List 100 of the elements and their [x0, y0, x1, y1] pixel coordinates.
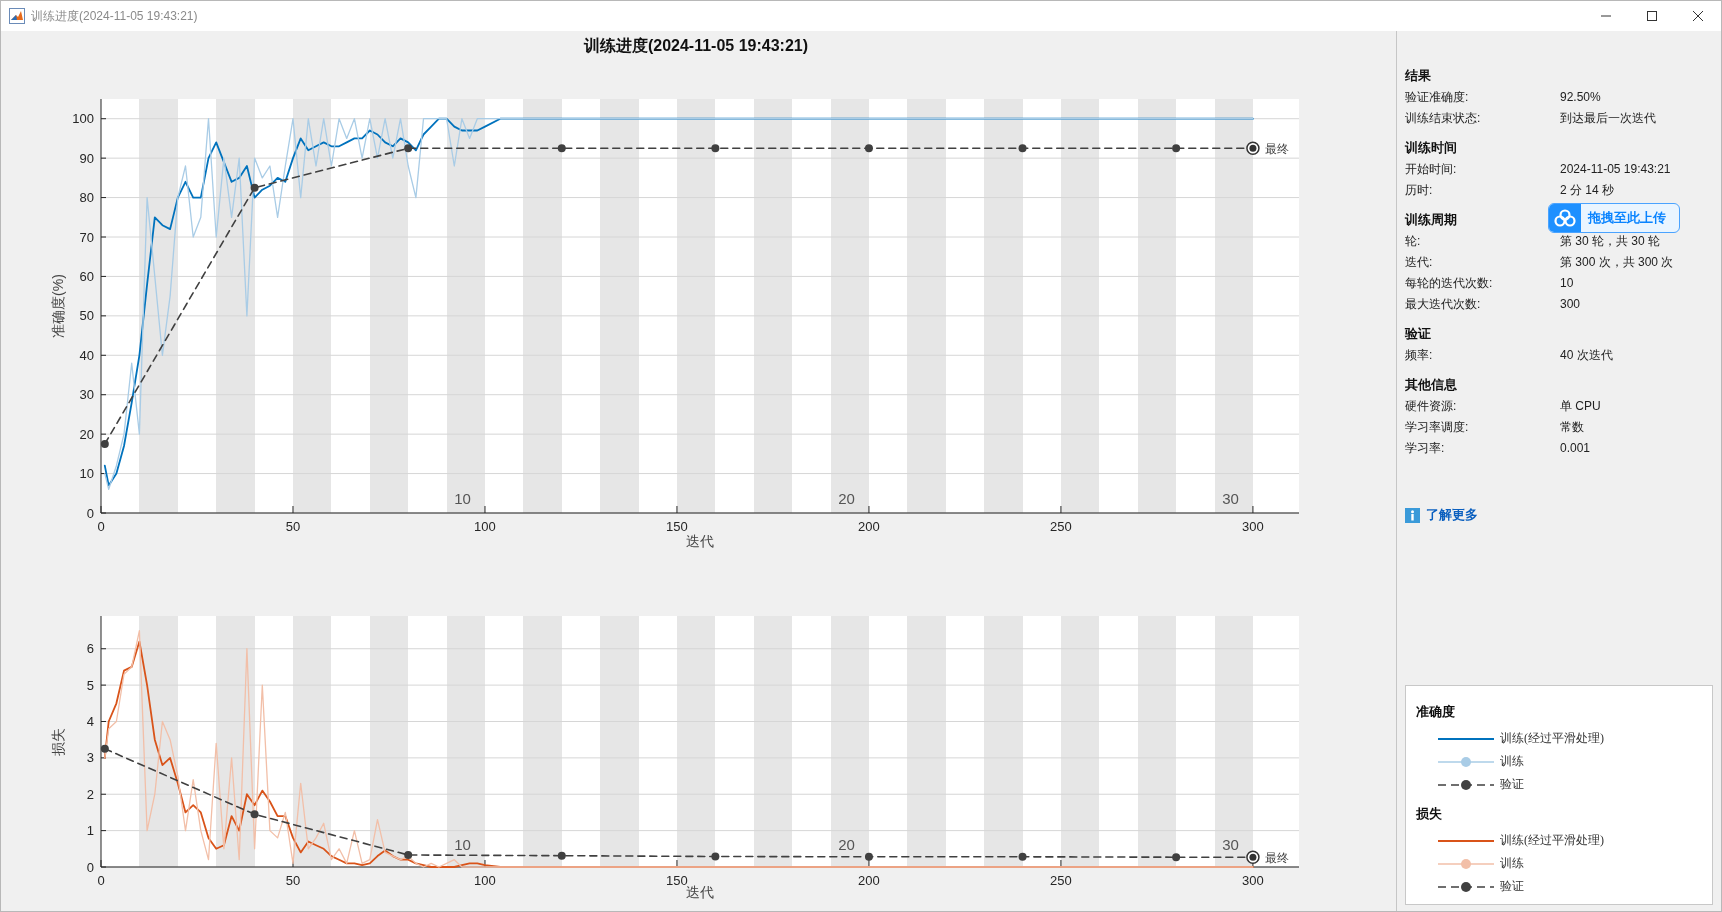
validation-point [404, 851, 413, 859]
epoch-label: 10 [454, 490, 471, 507]
info-label: 历时: [1405, 182, 1434, 199]
info-icon [1405, 508, 1420, 523]
validation-point [1172, 144, 1181, 153]
axis-label: 迭代 [686, 884, 714, 900]
epoch-label: 30 [1222, 836, 1239, 853]
tick-label: 10 [79, 466, 94, 482]
info-label: 验证准确度: [1405, 89, 1470, 106]
learn-more-link[interactable]: 了解更多 [1405, 507, 1478, 524]
legend-label: 训练(经过平滑处理) [1500, 832, 1604, 849]
axis-label: 准确度(%) [50, 274, 66, 338]
axis-label: 迭代 [686, 533, 714, 549]
info-label: 迭代: [1405, 254, 1434, 271]
legend-title: 损失 [1416, 806, 1443, 823]
info-value: 到达最后一次迭代 [1560, 110, 1657, 127]
validation-point [711, 144, 720, 153]
tick-label: 20 [79, 426, 94, 442]
legend-label: 验证 [1500, 878, 1524, 895]
section-title: 训练时间 [1405, 140, 1457, 157]
info-label: 学习率: [1405, 440, 1446, 457]
final-label: 最终 [1264, 142, 1289, 157]
final-marker [1246, 141, 1260, 156]
section-title: 结果 [1405, 68, 1431, 85]
tick-label: 100 [72, 111, 94, 127]
epoch-label: 10 [454, 836, 471, 853]
tick-label: 70 [79, 229, 94, 245]
legend-swatch-icon [1438, 755, 1494, 768]
tick-label: 90 [79, 150, 94, 166]
epoch-label: 30 [1222, 490, 1239, 507]
tick-label: 0 [86, 505, 94, 521]
section-title: 验证 [1405, 326, 1431, 343]
info-value: 40 次迭代 [1560, 347, 1614, 364]
section-title: 训练周期 [1405, 212, 1457, 229]
maximize-icon [1646, 10, 1658, 22]
info-value: 常数 [1560, 419, 1585, 436]
validation-point [100, 744, 109, 753]
final-label: 最终 [1264, 851, 1289, 866]
info-label: 硬件资源: [1405, 398, 1458, 415]
info-label: 开始时间: [1405, 161, 1458, 178]
legend-swatch-icon [1438, 857, 1494, 870]
info-value: 10 [1560, 275, 1575, 292]
legend-title: 准确度 [1416, 704, 1456, 721]
tick-label: 100 [474, 519, 496, 534]
tick-label: 200 [858, 519, 880, 534]
epoch-label: 20 [838, 490, 855, 507]
validation-point [100, 440, 109, 448]
validation-point [404, 144, 413, 153]
info-value: 2 分 14 秒 [1560, 182, 1616, 199]
tick-label: 4 [86, 714, 94, 729]
info-label: 轮: [1405, 233, 1422, 250]
tick-label: 0 [86, 859, 94, 875]
validation-point [250, 183, 259, 192]
info-value: 92.50% [1560, 89, 1602, 106]
figure-title: 训练进度(2024-11-05 19:43:21) [583, 36, 809, 56]
info-label: 频率: [1405, 347, 1434, 364]
info-label: 最大迭代次数: [1405, 296, 1482, 313]
validation-point [557, 851, 566, 860]
legend-label: 训练 [1500, 753, 1524, 770]
validation-point [1018, 852, 1027, 861]
validation-point [1018, 144, 1027, 153]
info-label: 学习率调度: [1405, 419, 1470, 436]
cloud-icon [1554, 209, 1576, 227]
tick-label: 30 [79, 387, 94, 403]
validation-point [557, 144, 566, 153]
legend-label: 验证 [1500, 776, 1524, 793]
tick-label: 50 [79, 308, 94, 324]
legend-swatch-icon [1438, 778, 1494, 791]
tick-label: 0 [97, 873, 105, 888]
tick-label: 3 [86, 750, 94, 766]
tick-label: 300 [1242, 873, 1264, 888]
tick-label: 50 [285, 873, 301, 888]
section-title: 其他信息 [1405, 377, 1457, 394]
tick-label: 300 [1242, 519, 1264, 534]
tick-label: 50 [285, 519, 301, 534]
window-title: 训练进度(2024-11-05 19:43:21) [31, 7, 199, 25]
tick-label: 80 [79, 190, 94, 206]
tick-label: 250 [1050, 519, 1072, 534]
info-label: 每轮的迭代次数: [1405, 275, 1494, 292]
info-value: 2024-11-05 19:43:21 [1560, 161, 1672, 178]
upload-widget[interactable]: 拖拽至此上传 [1548, 203, 1680, 233]
axis-label: 损失 [50, 727, 66, 756]
final-marker [1246, 850, 1260, 864]
validation-point [864, 144, 873, 153]
tick-label: 2 [86, 786, 94, 802]
tick-label: 0 [97, 519, 105, 534]
tick-label: 1 [86, 823, 94, 839]
info-value: 第 300 次，共 300 次 [1560, 254, 1675, 271]
app-icon [9, 8, 25, 24]
legend-label: 训练 [1500, 855, 1524, 872]
tick-label: 40 [79, 347, 94, 363]
legend-label: 训练(经过平滑处理) [1500, 730, 1604, 747]
tick-label: 150 [666, 873, 688, 888]
validation-point [1172, 853, 1181, 862]
tick-label: 6 [86, 641, 94, 657]
tick-label: 150 [666, 519, 688, 534]
tick-label: 5 [86, 677, 94, 693]
info-value: 300 [1560, 296, 1582, 313]
legend-swatch-icon [1438, 880, 1494, 893]
epoch-label: 20 [838, 836, 855, 853]
